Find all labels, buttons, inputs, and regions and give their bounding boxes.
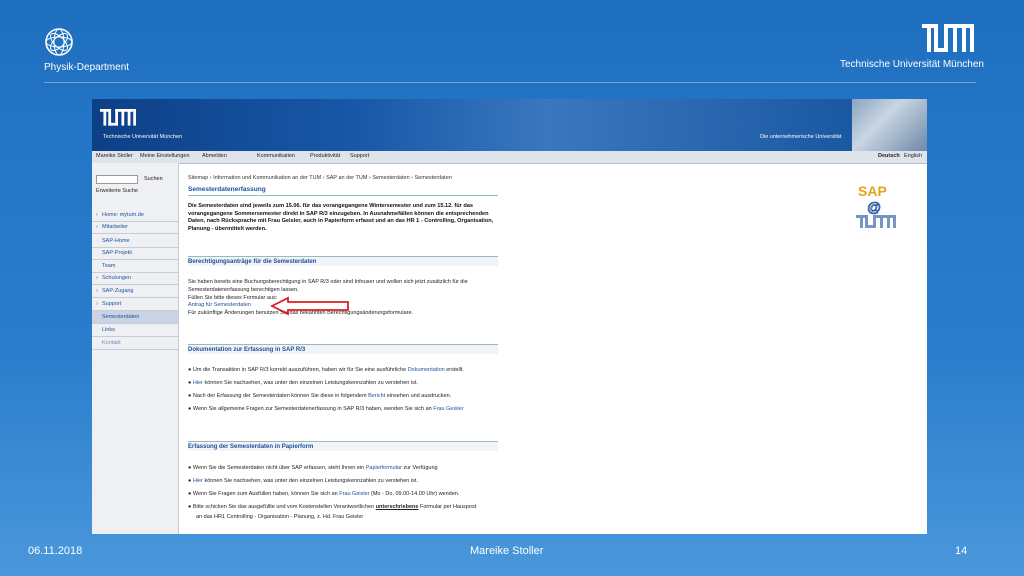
lang-de[interactable]: Deutsch xyxy=(878,153,900,159)
sidebar: Suchen Erweiterte Suche › Home: mytum.de … xyxy=(92,163,179,534)
logout-link[interactable]: Abmelden xyxy=(202,153,227,159)
advanced-search-link[interactable]: Erweiterte Suche xyxy=(96,188,138,194)
department-name: Physik-Department xyxy=(44,62,130,73)
section2-bullet1: ● Um die Transaktion in SAP R/3 korrekt … xyxy=(188,367,464,373)
search-input[interactable] xyxy=(96,175,138,184)
hier-link-2[interactable]: Hier xyxy=(193,478,203,484)
tum-logo xyxy=(922,24,974,52)
footer-author: Mareike Stoller xyxy=(470,545,544,557)
sidebar-item-kontakt[interactable]: Kontakt xyxy=(92,337,178,350)
sidebar-item-support[interactable]: › Support xyxy=(92,298,178,311)
sidebar-item-semesterdaten[interactable]: Semesterdaten xyxy=(92,311,178,324)
geisler-link-2[interactable]: Frau Geisler xyxy=(339,491,369,497)
sidebar-item-links[interactable]: Links xyxy=(92,324,178,337)
user-name: Mareike Stoller xyxy=(96,153,133,159)
settings-link[interactable]: Meine Einstellungen xyxy=(140,153,190,159)
intro-text: Die Semesterdaten sind jeweils zum 15.06… xyxy=(188,203,494,232)
papierformular-link[interactable]: Papierformular xyxy=(366,465,402,471)
sidebar-item-sap-projekt[interactable]: SAP-Projekt xyxy=(92,247,178,260)
portal-university-name: Technische Universität München xyxy=(103,134,183,140)
productivity-menu[interactable]: Produktivität xyxy=(310,153,340,159)
section3-bullet2: ● Hier können Sie nachsehen, was unter d… xyxy=(188,478,418,484)
geisler-link-1[interactable]: Frau Geisler xyxy=(433,406,463,412)
section2-bullet3: ● Nach der Erfassung der Semesterdaten k… xyxy=(188,393,452,399)
section3-bullet3: ● Wenn Sie Fragen zum Ausfüllen haben, k… xyxy=(188,491,460,497)
svg-text:@: @ xyxy=(867,199,881,215)
portal-header: Technische Universität München Die unter… xyxy=(92,99,852,151)
sidebar-item-schulungen[interactable]: › Schulungen xyxy=(92,272,178,285)
portal-tum-logo xyxy=(100,109,136,126)
section-heading-dokumentation: Dokumentation zur Erfassung in SAP R/3 xyxy=(188,344,498,354)
physics-department-logo xyxy=(45,28,73,56)
bericht-link[interactable]: Bericht xyxy=(368,393,385,399)
header-divider xyxy=(44,82,976,83)
breadcrumb: Sitemap › Information und Kommunikation … xyxy=(188,175,452,181)
sidebar-item-sap-zugang[interactable]: › SAP-Zugang xyxy=(92,285,178,298)
portal-topnav: Mareike Stoller Meine Einstellungen Abme… xyxy=(92,151,927,164)
page-number: 14 xyxy=(955,545,968,557)
section-heading-berechtigung: Berechtigungsanträge für die Semesterdat… xyxy=(188,256,498,266)
section1-text1: Sie haben bereits eine Buchungsberechtig… xyxy=(188,279,468,293)
section2-bullet4: ● Wenn Sie allgemeine Fragen zur Semeste… xyxy=(188,406,464,412)
page-title: Semesterdatenerfassung xyxy=(188,186,498,196)
section-heading-papierform: Erfassung der Semesterdaten in Papierfor… xyxy=(188,441,498,451)
portal-screenshot: Technische Universität München Die unter… xyxy=(92,99,927,534)
portal-claim: Die unternehmerische Universität xyxy=(760,134,842,140)
section3-bullet1: ● Wenn Sie die Semesterdaten nicht über … xyxy=(188,465,438,471)
section2-bullet2: ● Hier können Sie nachsehen, was unter d… xyxy=(188,380,418,386)
footer-date: 06.11.2018 xyxy=(28,545,83,557)
sap-at-tum-logo: SAP @ xyxy=(856,183,896,228)
support-menu[interactable]: Support xyxy=(350,153,369,159)
search-button[interactable]: Suchen xyxy=(144,176,163,182)
communication-menu[interactable]: Kommunikation xyxy=(257,153,295,159)
dokumentation-link[interactable]: Dokumentation xyxy=(408,367,445,373)
section3-bullet4: ● Bitte schicken Sie das ausgefüllte und… xyxy=(188,504,477,510)
lang-en[interactable]: English xyxy=(904,153,922,159)
header-photo xyxy=(852,99,927,151)
svg-text:SAP: SAP xyxy=(858,183,887,199)
hier-link-1[interactable]: Hier xyxy=(193,380,203,386)
university-name: Technische Universität München xyxy=(840,59,984,70)
sidebar-item-mitarbeiter[interactable]: › Mitarbeiter xyxy=(92,221,178,234)
red-arrow-annotation xyxy=(270,296,349,316)
section3-bullet4-line2: an das HR1 Controlling - Organisation - … xyxy=(196,514,364,520)
